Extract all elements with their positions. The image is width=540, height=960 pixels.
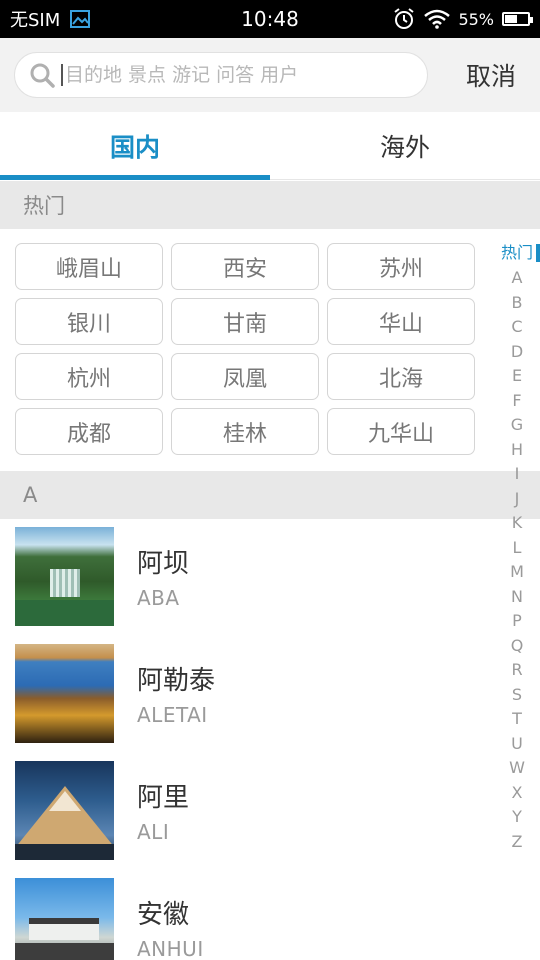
- city-list: 阿坝 ABA 阿勒泰 ALETAI 阿里 ALI 安徽 ANHUI: [0, 518, 500, 960]
- hot-city-button[interactable]: 杭州: [15, 353, 163, 400]
- index-letter[interactable]: Y: [499, 805, 535, 830]
- city-name: 阿勒泰: [137, 666, 216, 696]
- hot-city-button[interactable]: 甘南: [171, 298, 319, 345]
- hot-city-button[interactable]: 华山: [327, 298, 475, 345]
- thumb-detail: [15, 844, 114, 860]
- section-header-a-label: A: [23, 483, 38, 507]
- hot-city-button[interactable]: 峨眉山: [15, 243, 163, 290]
- hot-city-button[interactable]: 九华山: [327, 408, 475, 455]
- index-active-marker: [536, 244, 540, 262]
- index-letter[interactable]: F: [499, 389, 535, 414]
- index-letter[interactable]: I: [499, 462, 535, 487]
- wifi-icon: [424, 9, 451, 29]
- index-letter[interactable]: T: [499, 707, 535, 732]
- alphabet-index-bar[interactable]: 热门 A B C D E F G H I J K L M N P Q R S T U W X Y Z: [494, 240, 540, 854]
- list-item[interactable]: 阿勒泰 ALETAI: [0, 635, 500, 752]
- city-pinyin: ABA: [137, 586, 180, 610]
- index-letter[interactable]: U: [499, 732, 535, 757]
- tab-overseas-label: 海外: [379, 132, 430, 162]
- status-left: 无SIM: [10, 6, 91, 32]
- index-letter[interactable]: M: [499, 560, 535, 585]
- index-letter[interactable]: R: [499, 658, 535, 683]
- search-placeholder: 目的地 景点 游记 问答 用户: [61, 64, 298, 86]
- search-header: 目的地 景点 游记 问答 用户 取消: [0, 38, 540, 112]
- thumb-detail: [15, 943, 114, 960]
- city-thumbnail: [15, 527, 114, 626]
- battery-percent: 55%: [458, 9, 494, 29]
- battery-icon: [502, 12, 533, 26]
- index-letter[interactable]: J: [499, 487, 535, 512]
- carrier-label: 无SIM: [10, 10, 61, 31]
- tab-domestic[interactable]: 国内: [0, 112, 270, 180]
- tab-overseas[interactable]: 海外: [270, 112, 540, 179]
- thumb-detail: [49, 791, 81, 811]
- list-item[interactable]: 安徽 ANHUI: [0, 869, 500, 960]
- city-pinyin: ANHUI: [137, 937, 204, 960]
- index-letter[interactable]: G: [499, 413, 535, 438]
- index-letter[interactable]: K: [499, 511, 535, 536]
- search-icon: [30, 63, 55, 88]
- thumb-detail: [50, 569, 80, 597]
- hot-city-button[interactable]: 成都: [15, 408, 163, 455]
- thumb-detail: [29, 918, 99, 940]
- status-right: 55%: [392, 7, 533, 31]
- city-pinyin: ALI: [137, 820, 170, 844]
- city-text: 阿勒泰 ALETAI: [137, 660, 215, 727]
- index-letter[interactable]: 热门: [499, 240, 535, 266]
- index-letter[interactable]: Q: [499, 634, 535, 659]
- section-header-a: A: [0, 471, 540, 519]
- index-letter[interactable]: E: [499, 364, 535, 389]
- hot-city-button[interactable]: 苏州: [327, 243, 475, 290]
- hot-city-button[interactable]: 北海: [327, 353, 475, 400]
- thumb-detail: [15, 600, 114, 626]
- section-header-hot-label: 热门: [23, 194, 65, 218]
- index-letter[interactable]: C: [499, 315, 535, 340]
- city-text: 安徽 ANHUI: [137, 894, 204, 960]
- list-item[interactable]: 阿里 ALI: [0, 752, 500, 869]
- index-letter[interactable]: D: [499, 340, 535, 365]
- city-thumbnail: [15, 878, 114, 960]
- section-header-hot: 热门: [0, 181, 540, 229]
- city-name: 安徽: [137, 900, 190, 930]
- hot-city-button[interactable]: 凤凰: [171, 353, 319, 400]
- search-input[interactable]: 目的地 景点 游记 问答 用户: [14, 52, 428, 98]
- city-text: 阿里 ALI: [137, 777, 189, 844]
- city-thumbnail: [15, 761, 114, 860]
- list-item[interactable]: 阿坝 ABA: [0, 518, 500, 635]
- city-pinyin: ALETAI: [137, 703, 208, 727]
- city-name: 阿坝: [137, 549, 190, 579]
- index-letter[interactable]: S: [499, 683, 535, 708]
- gallery-icon: [70, 10, 91, 28]
- region-tabs: 国内 海外: [0, 112, 540, 180]
- battery-level: [505, 15, 518, 23]
- index-letter[interactable]: N: [499, 585, 535, 610]
- active-tab-indicator: [0, 175, 270, 180]
- index-letter[interactable]: L: [499, 536, 535, 561]
- index-letter[interactable]: A: [499, 266, 535, 291]
- status-bar: 无SIM 10:48 55%: [0, 0, 540, 38]
- index-letter[interactable]: B: [499, 291, 535, 316]
- cancel-button[interactable]: 取消: [466, 57, 526, 93]
- index-letter[interactable]: Z: [499, 830, 535, 855]
- city-thumbnail: [15, 644, 114, 743]
- hot-cities-grid: 峨眉山 西安 苏州 银川 甘南 华山 杭州 凤凰 北海 成都 桂林 九华山: [15, 243, 476, 455]
- city-text: 阿坝 ABA: [137, 543, 189, 610]
- hot-city-button[interactable]: 西安: [171, 243, 319, 290]
- alarm-icon: [394, 8, 415, 29]
- index-letter[interactable]: W: [499, 756, 535, 781]
- index-letter[interactable]: H: [499, 438, 535, 463]
- tab-domestic-label: 国内: [109, 132, 160, 162]
- index-letter[interactable]: P: [499, 609, 535, 634]
- hot-city-button[interactable]: 银川: [15, 298, 163, 345]
- hot-city-button[interactable]: 桂林: [171, 408, 319, 455]
- city-name: 阿里: [137, 783, 190, 813]
- index-letter[interactable]: X: [499, 781, 535, 806]
